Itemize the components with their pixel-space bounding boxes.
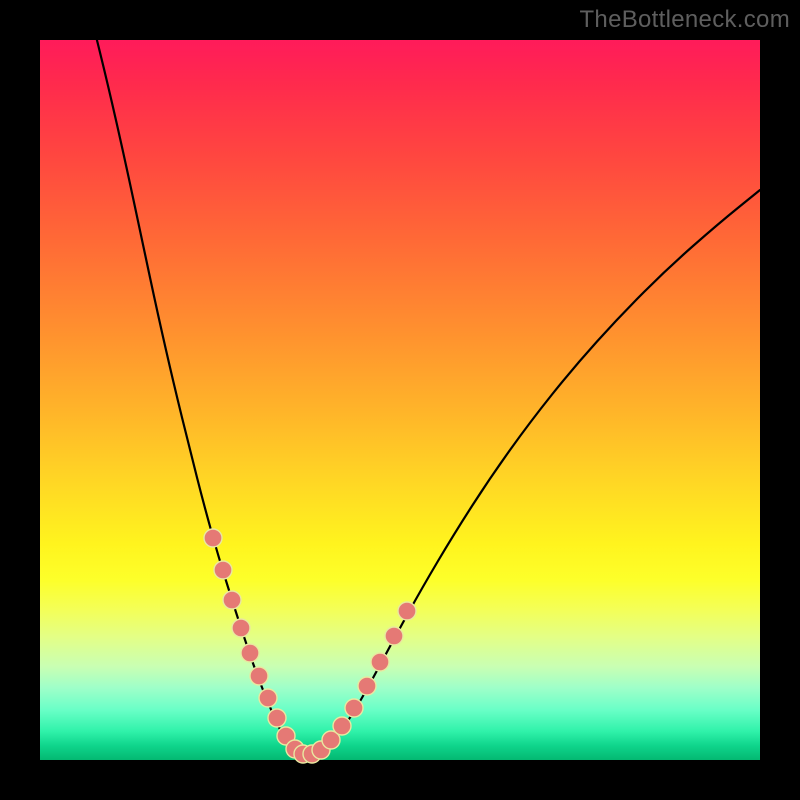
data-marker xyxy=(398,602,416,620)
data-marker xyxy=(345,699,363,717)
chart-overlay xyxy=(40,40,760,760)
watermark-text: TheBottleneck.com xyxy=(579,6,790,34)
data-marker xyxy=(371,653,389,671)
data-marker xyxy=(333,717,351,735)
data-marker xyxy=(259,689,277,707)
chart-container: TheBottleneck.com xyxy=(0,0,800,800)
data-marker xyxy=(223,591,241,609)
data-marker xyxy=(268,709,286,727)
data-marker xyxy=(385,627,403,645)
data-marker xyxy=(358,677,376,695)
data-marker xyxy=(250,667,268,685)
bottleneck-curve xyxy=(92,20,760,754)
data-marker xyxy=(204,529,222,547)
data-marker xyxy=(214,561,232,579)
data-marker xyxy=(241,644,259,662)
data-marker xyxy=(232,619,250,637)
data-markers xyxy=(204,529,416,763)
